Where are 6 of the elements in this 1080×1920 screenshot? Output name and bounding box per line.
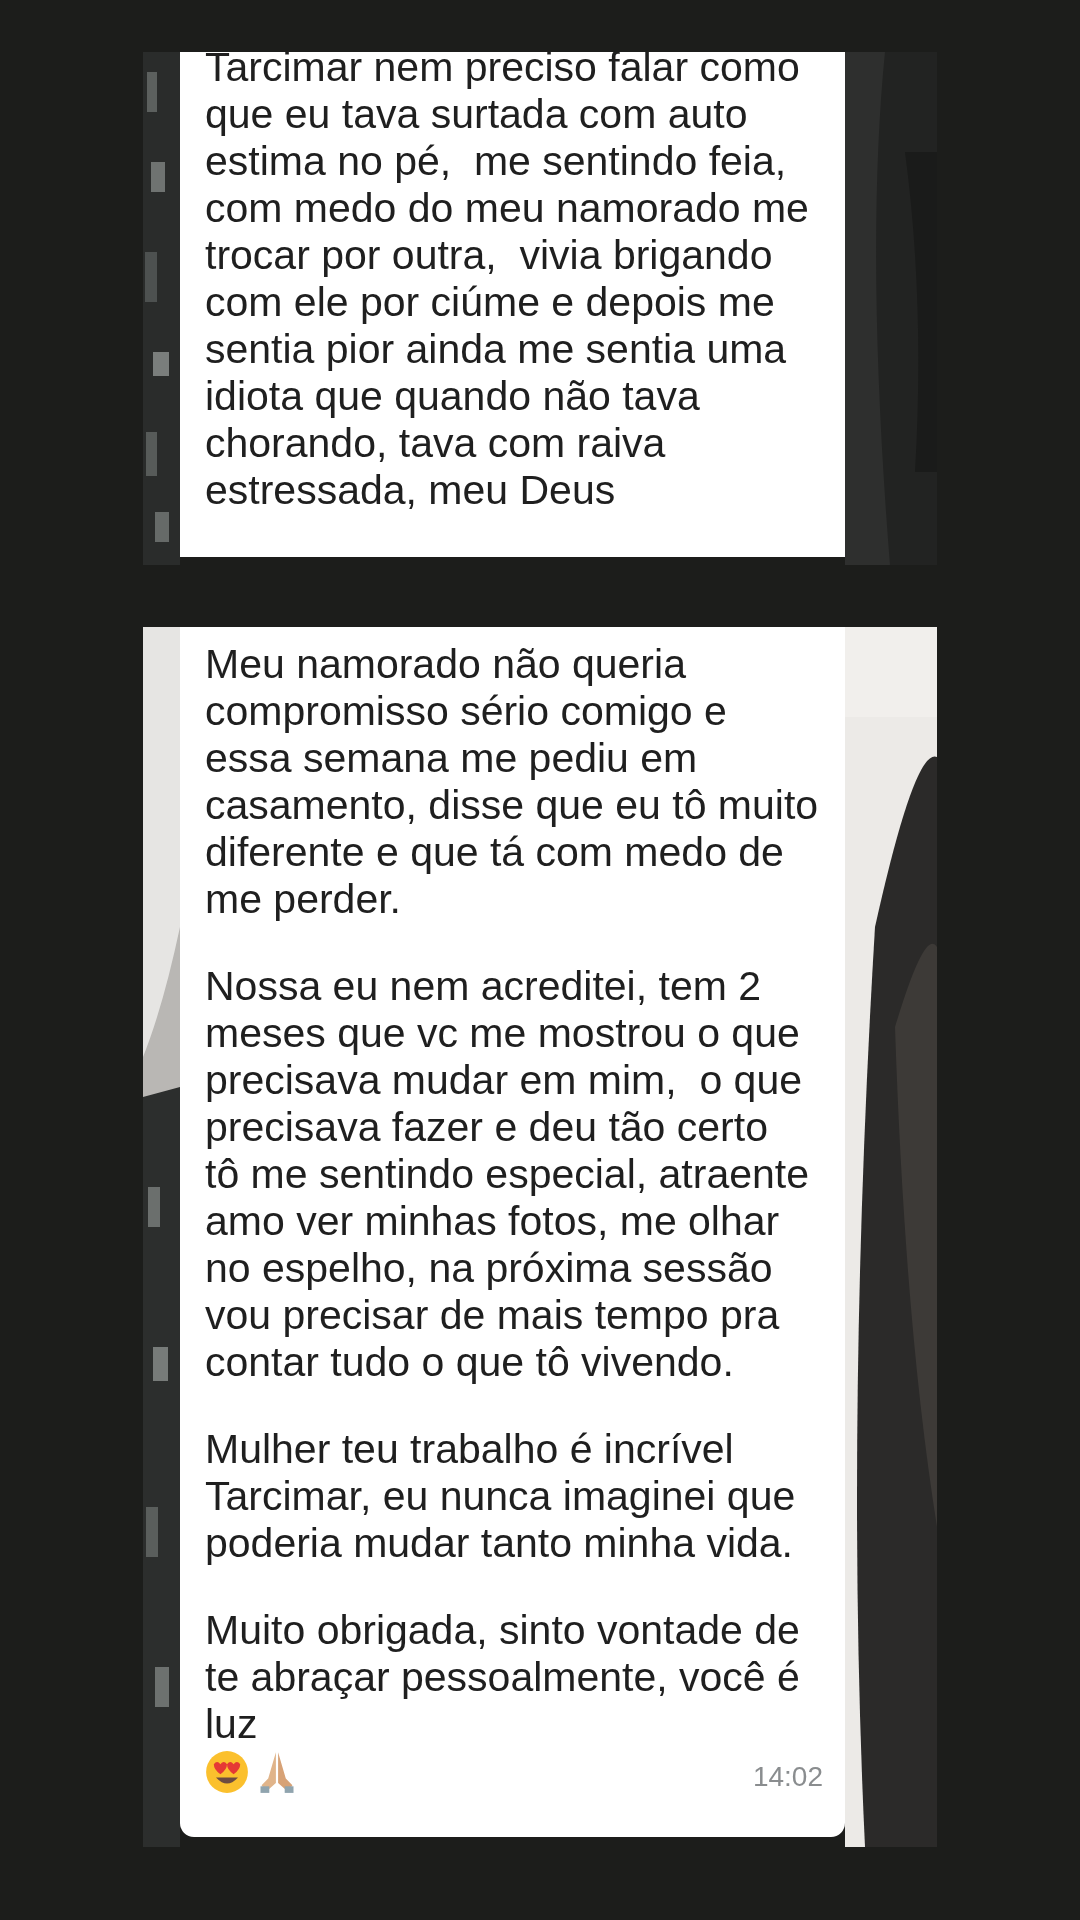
message-text: Nossa eu nem acreditei, tem 2 meses que vc me mostrou o que precisava mudar em mim, o que precisava fazer e deu tão certo tô me sentindo especial, atraente amo ver minhas fotos, me olhar no espelho, na próxima sessão vou precisar de mais tempo pra contar tudo o que tô vivendo.	[205, 963, 810, 1385]
message-text: Meu namorado não queria compromisso sério comigo e essa semana me pediu em casamento, disse que eu tô muito diferente e que tá com medo de me perder.	[205, 641, 820, 922]
message-time: 14:02	[752, 1760, 823, 1794]
message-text: Muito obrigada, sinto vontade de te abraçar pessoalmente, você é luz	[205, 1607, 801, 1747]
heart-eyes-emoji-icon	[205, 1750, 249, 1794]
message-text: Mulher teu trabalho é incrível Tarcimar, eu nunca imaginei que poderia mudar tanto minha vida.	[205, 1426, 797, 1566]
